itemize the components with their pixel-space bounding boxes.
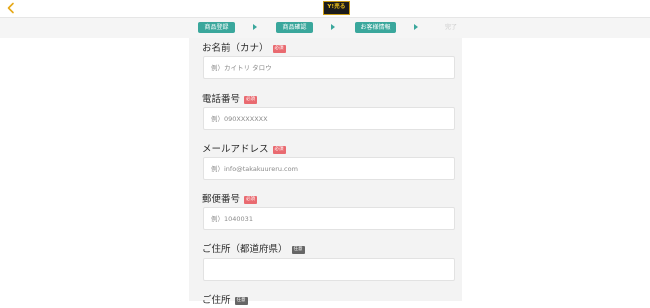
step-product-registration: 商品登録	[198, 22, 235, 33]
top-bar: Y!売る	[0, 0, 650, 18]
brand-logo[interactable]: Y!売る	[323, 1, 350, 15]
step-arrow-icon	[253, 24, 257, 30]
required-badge: 必須	[244, 96, 258, 104]
phone-label: 電話番号	[202, 94, 241, 105]
step-arrow-icon	[414, 24, 418, 30]
prefecture-input[interactable]	[203, 258, 455, 281]
required-badge: 必須	[272, 45, 286, 53]
progress-steps: 商品登録 商品確認 お客様情報 完了	[0, 18, 650, 38]
step-customer-info: お客様情報	[355, 22, 396, 33]
email-input[interactable]	[203, 157, 455, 180]
email-label: メールアドレス	[202, 144, 269, 155]
phone-input[interactable]	[203, 107, 455, 130]
required-badge: 必須	[272, 146, 286, 154]
kana-input[interactable]	[203, 56, 455, 79]
optional-badge: 任意	[234, 297, 248, 305]
step-arrow-icon	[331, 24, 335, 30]
customer-form: お名前（カナ） 必須 電話番号 必須 メールアドレス 必須 郵便番号 必須 ご住…	[189, 38, 462, 306]
back-button[interactable]	[4, 1, 18, 15]
logo-text: Y!売る	[327, 4, 346, 11]
chevron-left-icon	[7, 2, 14, 14]
zip-input[interactable]	[203, 207, 455, 230]
kana-label: お名前（カナ）	[202, 43, 269, 54]
optional-badge: 任意	[291, 246, 305, 254]
zip-label: 郵便番号	[202, 194, 241, 205]
prefecture-label: ご住所（都道府県）	[202, 244, 288, 255]
step-complete: 完了	[444, 24, 457, 31]
required-badge: 必須	[244, 196, 258, 204]
step-product-confirm: 商品確認	[276, 22, 313, 33]
address-label: ご住所	[202, 295, 231, 306]
